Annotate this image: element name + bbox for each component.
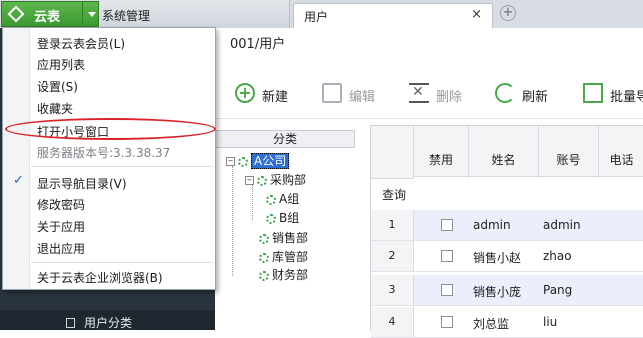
edit-label: 编辑 [349,90,376,105]
app-menu-label: 云表 [34,10,61,25]
tree-node[interactable]: 销售部 [259,229,308,246]
delete-label: 删除 [436,90,463,105]
folder-icon [322,83,342,103]
org-icon [259,252,269,263]
org-icon [259,270,269,281]
menu-item-about-browser[interactable]: 关于云表企业浏览器(B) [37,269,163,286]
import-icon [583,83,603,103]
app-logo-icon [7,5,25,23]
org-icon [257,175,267,186]
menu-item-show-nav[interactable]: 显示导航目录(V) [37,175,127,192]
tree-node-root[interactable]: − A公司 [226,152,290,169]
refresh-icon [495,83,515,103]
menu-item-login[interactable]: 登录云表会员(L) [37,35,125,52]
query-label[interactable]: 查询 [382,186,406,203]
filter-cell[interactable] [469,176,538,209]
app-menu-dropdown[interactable] [82,2,100,26]
delete-icon [409,83,429,103]
menu-divider [31,262,213,263]
tab-users[interactable]: 用户 × [293,3,493,29]
menu-item-settings[interactable]: 设置(S) [37,78,78,95]
tab-system-management[interactable]: 系统管理 [100,0,290,28]
menu-divider [31,166,213,167]
menu-item-about-app[interactable]: 关于应用 [37,218,85,235]
column-header[interactable]: 禁用 [414,126,469,209]
column-header[interactable]: 电话 [599,126,643,209]
disable-checkbox[interactable] [441,284,453,296]
tree-node[interactable]: 财务部 [259,266,308,283]
app-menu-button[interactable]: 云表 [1,1,99,27]
plus-circle-icon: + [235,83,255,103]
tab-label: 系统管理 [102,9,151,23]
disable-checkbox[interactable] [441,219,453,231]
tree-line [232,166,233,276]
document-icon [66,318,75,328]
org-icon [266,194,276,205]
column-header[interactable]: 账号 [539,126,599,209]
new-label: 新建 [262,90,289,105]
add-tab-icon[interactable]: + [500,5,516,21]
menu-item-change-password[interactable]: 修改密码 [37,196,85,213]
title-bar: 云表 系统管理 用户 × + [0,0,643,29]
org-icon [266,213,276,224]
menu-item-exit-app[interactable]: 退出应用 [37,240,85,257]
tab-label: 用户 [304,10,329,24]
table-row[interactable]: 1 admin admin [371,210,643,241]
refresh-label: 刷新 [522,90,549,105]
tree-line [252,184,253,220]
app-dropdown-menu: 登录云表会员(L) 应用列表 设置(S) 收藏夹 打开小号窗口 服务器版本号:3… [2,27,216,290]
table-corner [371,126,414,179]
breadcrumb: 001/用户 [230,37,286,52]
tree-header: 分类 [215,130,355,148]
menu-item-app-list[interactable]: 应用列表 [37,56,85,73]
collapse-icon[interactable]: − [245,176,254,185]
filter-cell[interactable] [539,176,598,209]
filter-cell[interactable] [599,176,643,209]
table-row[interactable]: 2 销售小赵 zhao [371,241,643,272]
disable-checkbox[interactable] [441,316,453,328]
sidebar-item-user-category[interactable]: 用户分类 [84,314,132,331]
batch-label: 批量导 [610,90,643,105]
chevron-down-icon [88,12,96,17]
tree-node[interactable]: B组 [266,209,299,226]
menu-icon-column [3,28,30,289]
table-row[interactable]: 4 刘总监 liu [371,307,643,338]
disable-checkbox[interactable] [441,250,453,262]
checkmark-icon: ✓ [13,173,24,188]
org-icon [238,156,248,167]
column-header[interactable]: 姓名 [469,126,539,209]
org-icon [259,233,269,244]
table-row[interactable]: 3 销售小庞 Pang [371,275,643,306]
user-table: 查询 禁用 姓名 账号 电话 1 admin admin 2 销售小赵 zhao 3… [370,125,643,338]
tree-node[interactable]: 库管部 [259,248,308,265]
tree-node[interactable]: A组 [266,190,299,207]
highlight-annotation [5,118,216,140]
collapse-icon[interactable]: − [226,157,235,166]
filter-cell[interactable] [414,176,468,209]
close-icon[interactable]: × [471,7,482,22]
tree-node[interactable]: − 采购部 [245,171,306,188]
menu-item-server-version: 服务器版本号:3.3.38.37 [37,146,171,160]
menu-item-favorites[interactable]: 收藏夹 [37,100,73,117]
